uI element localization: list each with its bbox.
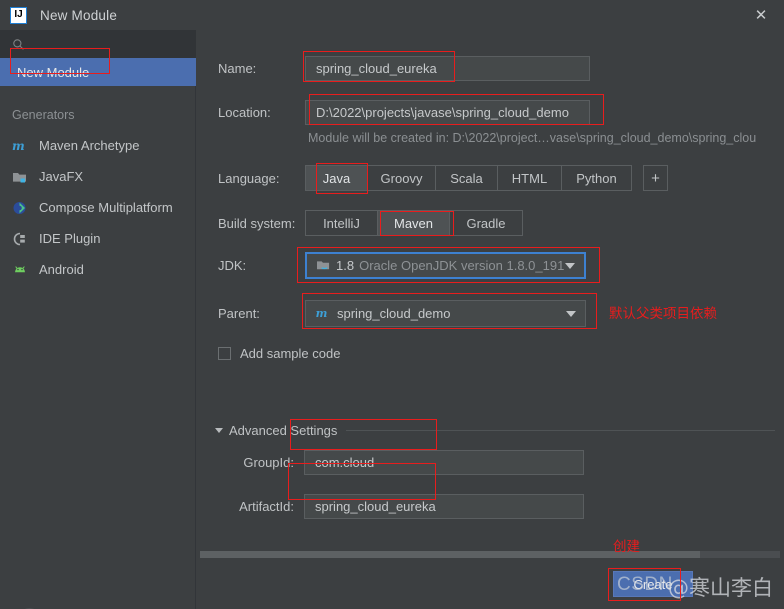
build-system-option-label: Maven (393, 215, 434, 231)
compose-icon (12, 200, 30, 216)
sidebar-item-new-module[interactable]: New Module (0, 58, 196, 86)
advanced-settings-label: Advanced Settings (229, 423, 338, 438)
jdk-folder-icon (317, 261, 330, 270)
location-hint: Module will be created in: D:\2022\proje… (308, 131, 757, 145)
annotation-parent-note: 默认父类项目依赖 (609, 306, 717, 322)
group-id-label: GroupId: (243, 455, 294, 470)
build-system-option-label: IntelliJ (323, 215, 360, 231)
close-icon[interactable]: ✕ (738, 0, 784, 30)
name-value: spring_cloud_eureka (316, 61, 437, 76)
add-sample-code-row[interactable]: Add sample code (218, 346, 340, 361)
window-title: New Module (40, 7, 118, 23)
add-language-button[interactable]: + (643, 165, 668, 191)
language-option-label: Groovy (380, 170, 423, 186)
maven-icon: m (316, 307, 328, 320)
language-option-label: HTML (511, 170, 548, 186)
generators-heading: Generators (12, 108, 75, 122)
language-option-java[interactable]: Java (306, 166, 368, 190)
sidebar: New Module Generators m Maven Archetype (0, 30, 196, 609)
group-id-row: GroupId: com.cloud (218, 450, 778, 475)
plus-icon: + (651, 169, 660, 187)
parent-dropdown[interactable]: m spring_cloud_demo (305, 300, 586, 327)
name-input[interactable]: spring_cloud_eureka (305, 56, 590, 81)
chevron-down-icon (566, 310, 576, 317)
svg-text:m: m (316, 307, 328, 320)
name-label: Name: (218, 61, 257, 76)
parent-label: Parent: (218, 306, 260, 321)
language-segmented-control: Java Groovy Scala HTML Python (305, 165, 632, 191)
location-value: D:\2022\projects\javase\spring_cloud_dem… (316, 105, 569, 120)
parent-value: spring_cloud_demo (337, 306, 451, 321)
build-system-option-intellij[interactable]: IntelliJ (306, 211, 378, 235)
logo-text: IJ (14, 9, 23, 20)
location-label: Location: (218, 105, 271, 120)
jdk-row: JDK: 1.8 Oracle OpenJDK version 1.8.0_19… (218, 252, 778, 279)
sidebar-item-android[interactable]: Android (0, 254, 196, 285)
maven-icon: m (12, 138, 30, 154)
add-sample-code-label: Add sample code (240, 346, 341, 361)
location-input[interactable]: D:\2022\projects\javase\spring_cloud_dem… (305, 100, 590, 125)
svg-text:m: m (12, 139, 25, 153)
artifact-id-value: spring_cloud_eureka (315, 499, 436, 514)
sidebar-item-javafx[interactable]: JavaFX (0, 161, 196, 192)
search-input[interactable] (25, 37, 196, 51)
group-id-value: com.cloud (315, 455, 375, 470)
advanced-settings-toggle[interactable]: Advanced Settings (215, 423, 775, 438)
artifact-id-label: ArtifactId: (239, 499, 294, 514)
sidebar-item-label: New Module (17, 64, 90, 80)
search-icon (13, 38, 24, 50)
language-row: Language: Java Groovy Scala HTML Python (218, 165, 778, 191)
close-glyph: ✕ (754, 7, 768, 24)
intellij-logo-icon: IJ (10, 6, 27, 24)
group-id-input[interactable]: com.cloud (304, 450, 584, 475)
divider (346, 430, 775, 431)
javafx-folder-icon (12, 169, 30, 185)
build-system-segmented-control: IntelliJ Maven Gradle (305, 210, 523, 236)
build-system-option-gradle[interactable]: Gradle (450, 211, 522, 235)
sidebar-item-label: Android (39, 262, 84, 277)
name-row: Name: spring_cloud_eureka (218, 56, 778, 81)
chevron-down-icon (215, 428, 223, 433)
build-system-option-maven[interactable]: Maven (378, 211, 450, 235)
language-option-label: Python (576, 170, 617, 186)
sidebar-item-ide-plugin[interactable]: IDE Plugin (0, 223, 196, 254)
sidebar-item-maven-archetype[interactable]: m Maven Archetype (0, 130, 196, 161)
sidebar-item-label: IDE Plugin (39, 231, 101, 246)
jdk-label: JDK: (218, 258, 247, 273)
sidebar-item-label: Compose Multiplatform (39, 200, 173, 215)
language-option-label: Scala (450, 170, 483, 186)
generators-list: m Maven Archetype JavaFX Compose Multipl… (0, 130, 196, 285)
artifact-id-input[interactable]: spring_cloud_eureka (304, 494, 584, 519)
ide-plugin-icon (12, 231, 30, 247)
sidebar-item-label: JavaFX (39, 169, 84, 184)
location-row: Location: D:\2022\projects\javase\spring… (218, 100, 778, 125)
add-sample-code-checkbox[interactable] (218, 347, 231, 360)
artifact-id-row: ArtifactId: spring_cloud_eureka (218, 494, 778, 519)
sidebar-item-compose-multiplatform[interactable]: Compose Multiplatform (0, 192, 196, 223)
create-button-label: Create (633, 576, 673, 592)
new-module-dialog: IJ New Module ✕ New Module Generators m (0, 0, 784, 609)
create-button[interactable]: Create (613, 571, 693, 597)
language-option-groovy[interactable]: Groovy (368, 166, 436, 190)
jdk-dropdown[interactable]: 1.8 Oracle OpenJDK version 1.8.0_191 (305, 252, 586, 279)
title-bar: IJ New Module ✕ (0, 0, 784, 30)
jdk-description: Oracle OpenJDK version 1.8.0_191 (359, 258, 565, 273)
annotation-create-note: 创建 (613, 539, 640, 555)
chevron-down-icon (565, 262, 575, 269)
sidebar-item-label: Maven Archetype (39, 138, 140, 153)
language-option-python[interactable]: Python (562, 166, 631, 190)
android-icon (12, 262, 30, 278)
language-label: Language: (218, 170, 280, 186)
language-option-scala[interactable]: Scala (436, 166, 498, 190)
build-system-row: Build system: IntelliJ Maven Gradle (218, 210, 778, 236)
language-option-label: Java (322, 170, 351, 186)
build-system-option-label: Gradle (466, 215, 506, 231)
horizontal-scrollbar[interactable] (200, 551, 780, 558)
sidebar-search-row[interactable] (0, 30, 196, 58)
build-system-label: Build system: (218, 215, 296, 231)
jdk-version: 1.8 (336, 258, 355, 273)
language-option-html[interactable]: HTML (498, 166, 562, 190)
